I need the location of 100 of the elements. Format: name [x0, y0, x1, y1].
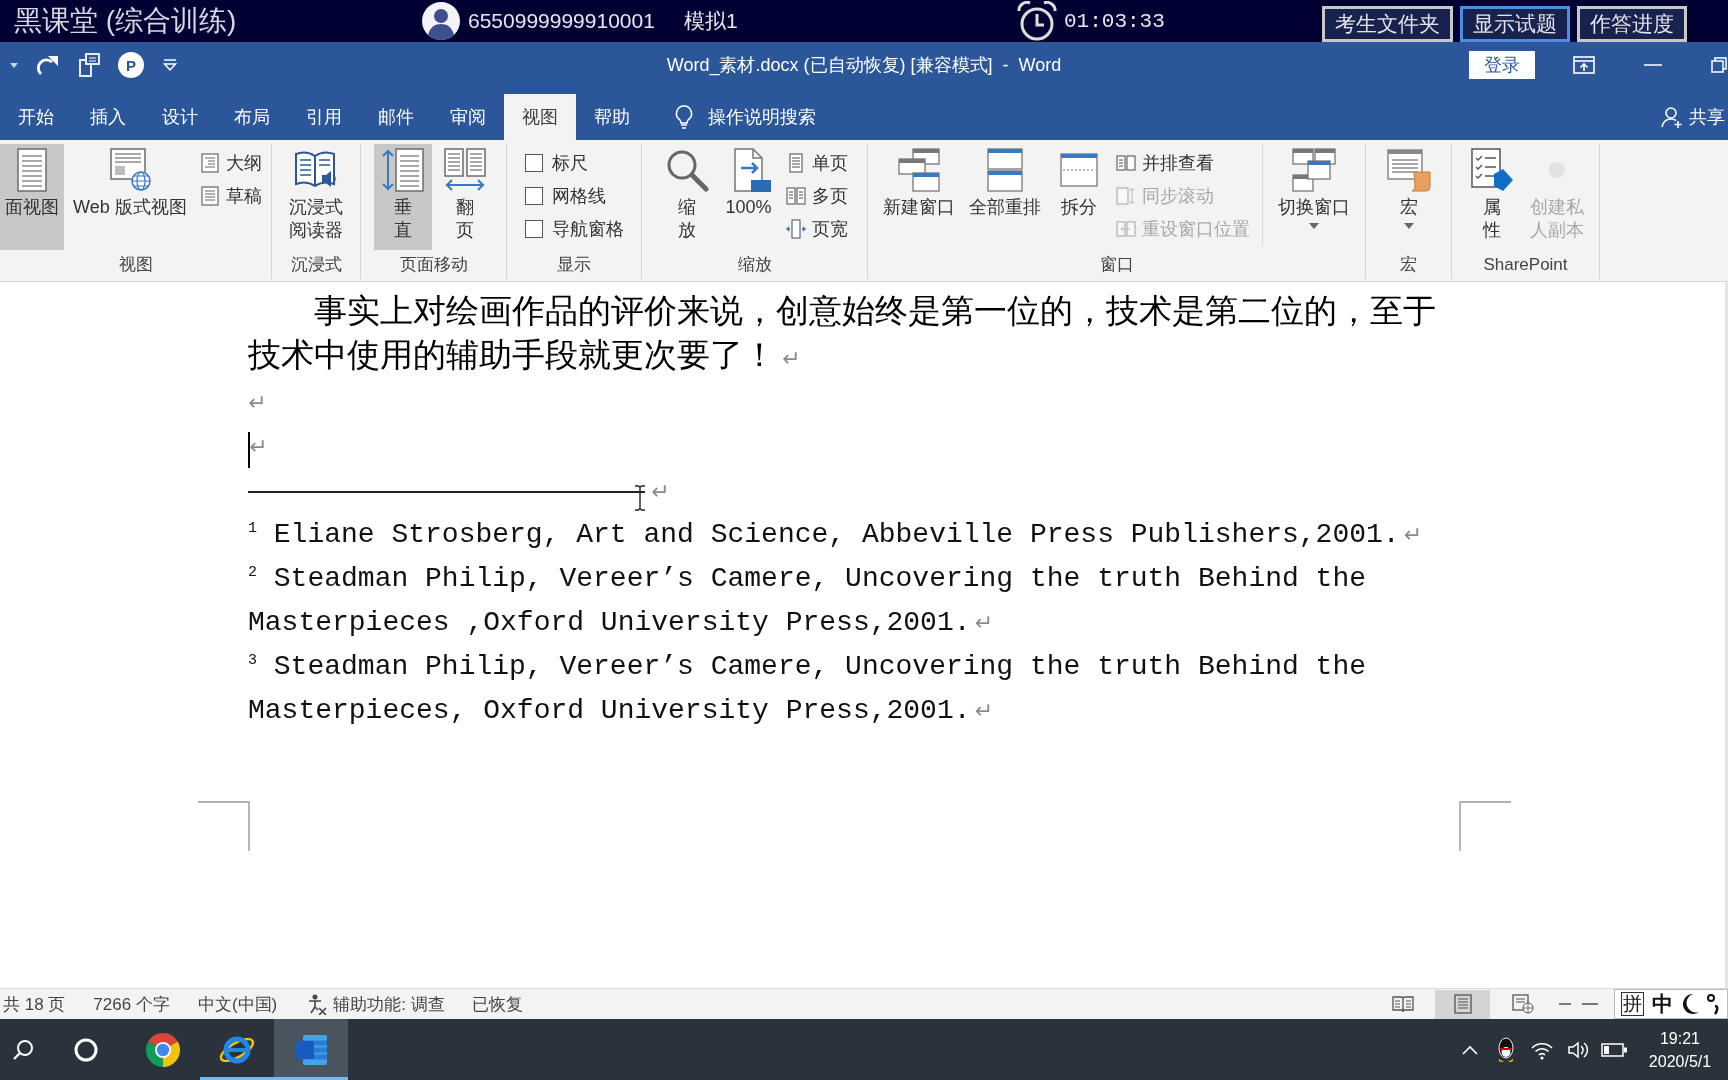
- paragraph-mark: ↵: [249, 434, 268, 459]
- vertical-scroll-icon: [380, 148, 425, 192]
- group-label: 视图: [117, 254, 154, 276]
- status-text: 共 18 页: [2, 993, 66, 1016]
- ribbon-button[interactable]: Web 版式视图: [68, 144, 192, 250]
- search-icon: [12, 1038, 34, 1061]
- ribbon-button[interactable]: 100%: [719, 144, 778, 250]
- lightbulb-icon: [674, 104, 694, 130]
- ribbon-button[interactable]: 多页: [781, 179, 852, 212]
- ribbon-button[interactable]: 切换窗口: [1273, 144, 1355, 250]
- accessibility-button[interactable]: 辅助功能: 调查: [306, 992, 445, 1016]
- toolbar-button[interactable]: 作答进度: [1577, 6, 1687, 42]
- chevron-up-icon: [1462, 1044, 1478, 1055]
- app-title: 黑课堂 (综合训练): [13, 4, 238, 38]
- paragraph-mark: ↵: [248, 390, 267, 415]
- ribbon-button[interactable]: 单页: [781, 146, 852, 179]
- ribbon-button[interactable]: 草稿: [195, 179, 266, 212]
- checkbox[interactable]: [524, 153, 543, 172]
- ribbon-tab[interactable]: 审阅: [432, 94, 504, 140]
- draft-icon: [199, 185, 220, 206]
- accessibility-icon: [306, 993, 329, 1015]
- ribbon-button[interactable]: 宏: [1379, 144, 1438, 250]
- read-mode-icon: [1391, 995, 1414, 1013]
- group-label: 宏: [1399, 254, 1418, 276]
- ribbon-button[interactable]: 属性: [1462, 144, 1521, 250]
- status-text: 7266 个字: [93, 993, 170, 1016]
- ribbon-tab[interactable]: 设计: [144, 94, 216, 140]
- restore-icon: [1711, 57, 1727, 73]
- group-label: 页面移动: [398, 254, 469, 276]
- ribbon-tab[interactable]: 视图: [504, 94, 576, 140]
- punctuation-icon: [1707, 993, 1719, 1015]
- countdown-timer: 01:03:33: [1064, 9, 1165, 33]
- toolbar-button[interactable]: 显示试题: [1460, 6, 1570, 42]
- tell-me-search[interactable]: 操作说明搜索: [708, 94, 816, 140]
- ribbon-button[interactable]: 并排查看: [1112, 146, 1254, 179]
- ribbon-button[interactable]: 新建窗口: [878, 144, 960, 250]
- ribbon-button[interactable]: 缩放: [657, 144, 716, 250]
- status-text: 中文(中国): [197, 993, 278, 1016]
- penguin-icon: [1495, 1036, 1517, 1063]
- minimize-icon: [1644, 63, 1662, 67]
- checkbox[interactable]: [524, 186, 543, 205]
- zoom-out-icon: [1558, 1002, 1572, 1006]
- side-by-side-icon: [1116, 152, 1136, 173]
- new-window-icon: [897, 148, 941, 192]
- sign-in-button[interactable]: 登录: [1469, 51, 1535, 79]
- alarm-clock-icon: [1016, 1, 1058, 41]
- status-text: 已恢复: [471, 993, 523, 1016]
- group-label: 显示: [556, 254, 592, 276]
- restore-button[interactable]: [1711, 57, 1727, 73]
- ribbon-button[interactable]: 全部重排: [964, 144, 1046, 250]
- window-title: Word_素材.docx (已自动恢复) [兼容模式] - Word: [666, 54, 1062, 77]
- quick-access-button[interactable]: [78, 53, 100, 77]
- ribbon-tab[interactable]: 插入: [72, 94, 144, 140]
- group-label: SharePoint: [1482, 254, 1569, 276]
- ime-mode-button[interactable]: 拼: [1621, 992, 1644, 1016]
- web-layout-icon: [1511, 994, 1534, 1014]
- caret-icon: [10, 62, 18, 68]
- customize-button[interactable]: [162, 58, 178, 72]
- corner-mark-icon: [1459, 801, 1511, 851]
- ribbon-tab[interactable]: 邮件: [360, 94, 432, 140]
- dropdown-button[interactable]: [10, 62, 18, 68]
- add-person-icon: [1661, 106, 1683, 128]
- ribbon-button[interactable]: 沉浸式阅读器: [284, 144, 348, 250]
- sync-scroll-icon: [1116, 185, 1136, 206]
- group-label: 缩放: [736, 254, 773, 276]
- checkbox-option[interactable]: 网格线: [520, 179, 628, 212]
- ribbon-button[interactable]: 页宽: [781, 212, 852, 245]
- page-width-icon: [785, 218, 806, 239]
- macro-icon: [1386, 148, 1431, 192]
- ribbon-button[interactable]: 垂直: [373, 144, 432, 250]
- reset-window-icon: [1116, 218, 1136, 239]
- ribbon-tab[interactable]: 帮助: [576, 94, 648, 140]
- ribbon-button[interactable]: 面视图: [0, 144, 64, 250]
- checkbox[interactable]: [524, 219, 543, 238]
- candidate-id: 6550999999910001: [468, 9, 655, 33]
- circle-badge[interactable]: P: [118, 52, 144, 78]
- checkbox-option[interactable]: 导航窗格: [520, 212, 628, 245]
- ribbon-display-button[interactable]: [1573, 56, 1595, 74]
- outline-icon: [199, 152, 220, 173]
- tricolor-circle-icon: [145, 1031, 181, 1068]
- customize-caret-icon: [162, 58, 178, 72]
- ribbon-button[interactable]: 翻页: [435, 144, 494, 250]
- ribbon-button[interactable]: 拆分: [1050, 144, 1108, 250]
- body-paragraph: 事实上对绘画作品的评价来说，创意始终是第一位的，技术是第二位的，至于技术中使用的辅助手段就更次要了！ ↵: [248, 290, 1437, 376]
- exam-mode: 模拟1: [683, 8, 738, 34]
- ribbon-button[interactable]: 大纲: [195, 146, 266, 179]
- share-button[interactable]: 共享: [1661, 94, 1728, 140]
- side-scroll-icon: [442, 148, 487, 192]
- toolbar-button[interactable]: 考生文件夹: [1322, 6, 1453, 42]
- ribbon-tab[interactable]: 布局: [216, 94, 288, 140]
- battery-icon: [1601, 1042, 1627, 1057]
- ribbon-tab[interactable]: 引用: [288, 94, 360, 140]
- checkbox-option[interactable]: 标尺: [520, 146, 628, 179]
- view-button[interactable]: [1435, 989, 1490, 1019]
- paragraph-mark: ↵: [651, 478, 670, 504]
- ribbon-tab[interactable]: 开始: [0, 94, 72, 140]
- windows-grid-icon: [1292, 148, 1336, 192]
- ime-language-button[interactable]: 中: [1652, 990, 1673, 1018]
- footnote: $^{1}$ Eliane Strosberg, Art and Science, Abbeville Press Publishers,2001.↵: [248, 518, 1424, 552]
- redo-button[interactable]: [36, 54, 60, 76]
